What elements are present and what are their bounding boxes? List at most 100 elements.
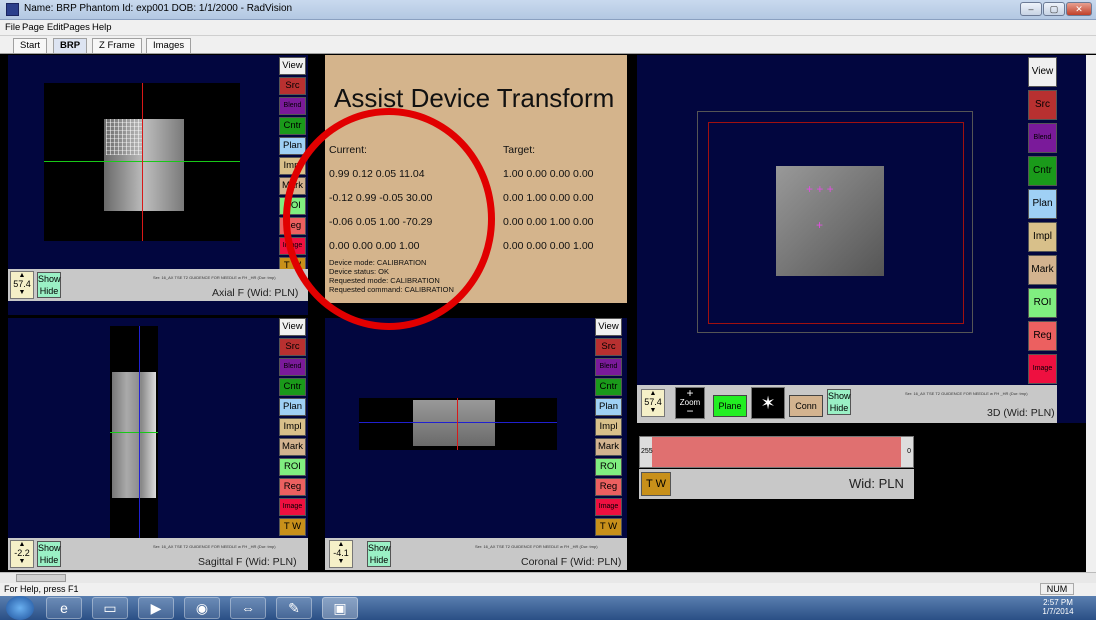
axial-image[interactable]: [44, 83, 240, 241]
3d-show-hide-toggle[interactable]: Show Hide: [827, 389, 851, 415]
coronal-zoom-stepper[interactable]: ▲ -4.1 ▼: [329, 540, 353, 568]
start-button[interactable]: [6, 596, 34, 620]
red-circle-annotation: [283, 108, 495, 330]
tab-brp[interactable]: BRP: [53, 38, 88, 53]
target-row-4: 0.00 0.00 0.00 1.00: [503, 240, 594, 252]
cntr-button[interactable]: Cntr: [1028, 156, 1057, 186]
coronal-show-hide-toggle[interactable]: Show Hide: [367, 541, 391, 567]
window-title: Name: BRP Phantom Id: exp001 DOB: 1/1/20…: [24, 3, 293, 14]
radvision-icon[interactable]: ▣: [322, 597, 358, 619]
folder-icon[interactable]: ▭: [92, 597, 128, 619]
vertical-scrollbar[interactable]: [1086, 55, 1096, 572]
maximize-button[interactable]: ▢: [1043, 2, 1065, 16]
tab-z-frame[interactable]: Z Frame: [92, 38, 142, 53]
impl-button[interactable]: Impl: [1028, 222, 1057, 252]
conn-button[interactable]: Conn: [789, 395, 823, 417]
blend-button[interactable]: Blend: [595, 358, 622, 376]
target-row-1: 1.00 0.00 0.00 0.00: [503, 168, 594, 180]
coronal-series-text: Ser: 16_AX TSE T2 GUIDENCE FOR NEEDLE w …: [475, 544, 598, 549]
src-button[interactable]: Src: [595, 338, 622, 356]
tw-button[interactable]: T W: [595, 518, 622, 536]
coronal-view-label: Coronal F (Wid: PLN): [521, 556, 622, 568]
plan-button[interactable]: Plan: [1028, 189, 1057, 219]
3d-zoom-stepper[interactable]: ▲ 57.4 ▼: [641, 389, 665, 417]
zoom-button[interactable]: + Zoom −: [675, 387, 705, 419]
range-max-label: 0: [907, 448, 911, 455]
horizontal-scrollbar[interactable]: [0, 572, 1096, 583]
src-button[interactable]: Src: [279, 338, 306, 356]
rotate-arrows-icon[interactable]: ✶: [751, 387, 785, 419]
cntr-button[interactable]: Cntr: [279, 378, 306, 396]
sagittal-view-label: Sagittal F (Wid: PLN): [198, 556, 297, 568]
roi-button[interactable]: ROI: [595, 458, 622, 476]
sagittal-view[interactable]: View Src Blend Cntr Plan Impl Mark ROI R…: [8, 318, 308, 570]
3d-view[interactable]: + + + + View Src Blend Cntr Plan Impl Ma…: [637, 55, 1092, 423]
menu-file[interactable]: File: [5, 22, 20, 33]
close-button[interactable]: ✕: [1066, 2, 1092, 16]
axial-show-hide-toggle[interactable]: Show Hide: [37, 272, 61, 298]
taskbar: e ▭ ▶ ◉ ⇔ ✎ ▣ 2:57 PM 1/7/2014: [0, 596, 1096, 620]
image-button[interactable]: Image: [279, 498, 306, 516]
menu-help[interactable]: Help: [92, 22, 112, 33]
app-icon[interactable]: ✎: [276, 597, 312, 619]
3d-view-label: 3D (Wid: PLN): [987, 407, 1055, 419]
plan-button[interactable]: Plan: [595, 398, 622, 416]
mark-button[interactable]: Mark: [595, 438, 622, 456]
tab-start[interactable]: Start: [13, 38, 48, 53]
src-button[interactable]: Src: [279, 77, 306, 95]
tab-images[interactable]: Images: [146, 38, 192, 53]
window-level-bar: T W Wid: PLN: [639, 469, 914, 499]
sagittal-image[interactable]: [110, 326, 158, 544]
reg-button[interactable]: Reg: [1028, 321, 1057, 351]
view-button[interactable]: View: [279, 57, 306, 75]
reg-button[interactable]: Reg: [279, 478, 306, 496]
axial-series-text: Ser: 16_AX TSE T2 GUIDENCE FOR NEEDLE w …: [153, 275, 276, 280]
coronal-status-bar: ▲ -4.1 ▼ Show Hide Ser: 16_AX TSE T2 GUIDEN…: [325, 538, 627, 570]
blend-button[interactable]: Blend: [279, 97, 306, 115]
chrome-icon[interactable]: ◉: [184, 597, 220, 619]
blend-button[interactable]: Blend: [279, 358, 306, 376]
num-lock-indicator: NUM: [1040, 583, 1074, 595]
roi-button[interactable]: ROI: [279, 458, 306, 476]
image-button[interactable]: Image: [595, 498, 622, 516]
impl-button[interactable]: Impl: [595, 418, 622, 436]
3d-bounding-box: + + + +: [697, 111, 973, 333]
impl-button[interactable]: Impl: [279, 418, 306, 436]
window-range-slider[interactable]: 255 0: [639, 436, 914, 468]
wid-label: Wid: PLN: [849, 476, 904, 491]
coronal-view[interactable]: View Src Blend Cntr Plan Impl Mark ROI R…: [325, 318, 627, 570]
menu-page-edit[interactable]: Page Edit: [22, 22, 63, 33]
teamviewer-icon[interactable]: ⇔: [230, 597, 266, 619]
src-button[interactable]: Src: [1028, 90, 1057, 120]
plane-button[interactable]: Plane: [713, 395, 747, 417]
sagittal-show-hide-toggle[interactable]: Show Hide: [37, 541, 61, 567]
plan-button[interactable]: Plan: [279, 398, 306, 416]
range-min-label: 255: [641, 448, 653, 455]
reg-button[interactable]: Reg: [595, 478, 622, 496]
axial-zoom-stepper[interactable]: ▲ 57.4 ▼: [10, 271, 34, 299]
mark-button[interactable]: Mark: [279, 438, 306, 456]
app-icon: [6, 3, 19, 16]
cntr-button[interactable]: Cntr: [595, 378, 622, 396]
view-button[interactable]: View: [595, 318, 622, 336]
media-player-icon[interactable]: ▶: [138, 597, 174, 619]
sagittal-zoom-stepper[interactable]: ▲ -2.2 ▼: [10, 540, 34, 568]
help-text: For Help, press F1: [4, 584, 79, 594]
blend-button[interactable]: Blend: [1028, 123, 1057, 153]
clock[interactable]: 2:57 PM 1/7/2014: [1030, 598, 1086, 616]
image-button[interactable]: Image: [1028, 354, 1057, 384]
cntr-button[interactable]: Cntr: [279, 117, 306, 135]
sagittal-series-text: Ser: 16_AX TSE T2 GUIDENCE FOR NEEDLE w …: [153, 544, 276, 549]
tw-button[interactable]: T W: [641, 472, 671, 496]
plan-button[interactable]: Plan: [279, 137, 306, 155]
axial-view[interactable]: View Src Blend Cntr Plan Impl Mark ROI R…: [8, 55, 308, 315]
tw-button[interactable]: T W: [279, 518, 306, 536]
mark-button[interactable]: Mark: [1028, 255, 1057, 285]
menu-pages[interactable]: Pages: [63, 22, 90, 33]
roi-button[interactable]: ROI: [1028, 288, 1057, 318]
coronal-image[interactable]: [359, 398, 557, 450]
view-button[interactable]: View: [279, 318, 306, 336]
minimize-button[interactable]: –: [1020, 2, 1042, 16]
view-button[interactable]: View: [1028, 57, 1057, 87]
ie-icon[interactable]: e: [46, 597, 82, 619]
